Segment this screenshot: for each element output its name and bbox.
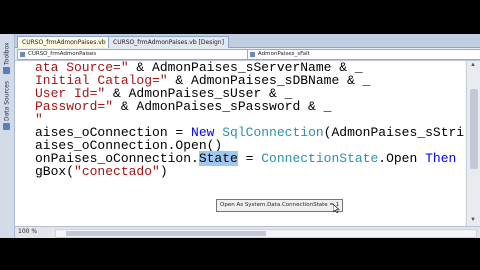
scroll-down-icon[interactable]: ▼ — [470, 217, 476, 223]
editor-status-bar: 100 % — [15, 226, 480, 238]
data-sources-tab[interactable]: Data Sources — [1, 78, 13, 130]
code-token: .Open — [378, 151, 426, 166]
tab-design-file[interactable]: CURSO_frmAdmonPaises.vb [Design] — [108, 36, 229, 48]
code-editor[interactable]: ata Source=" & AdmonPaises_sServerName &… — [15, 61, 465, 226]
mouse-cursor-icon — [333, 204, 340, 213]
code-token: Password=" — [35, 99, 114, 114]
zoom-level[interactable]: 100 % — [18, 228, 37, 235]
code-line[interactable]: Password=" & AdmonPaises_sPassword & _ — [35, 100, 465, 113]
member-dropdown-value: AdmonPaises_sFalt — [258, 51, 310, 57]
side-panel-strip: Toolbox Data Sources — [0, 34, 15, 238]
code-token: "conectado" — [74, 164, 160, 179]
code-line[interactable] — [35, 217, 465, 226]
data-sources-icon — [3, 123, 11, 130]
code-token: SqlConnection — [222, 125, 324, 140]
toolbox-tab[interactable]: Toolbox — [1, 38, 13, 74]
scroll-up-icon[interactable]: ▲ — [470, 62, 476, 68]
vertical-scrollbar[interactable]: ▲ ▼ — [466, 61, 480, 226]
class-icon — [20, 52, 25, 57]
horizontal-scroll-thumb[interactable] — [66, 231, 266, 236]
member-icon — [250, 52, 255, 57]
tab-design-file-label: CURSO_frmAdmonPaises.vb [Design] — [113, 39, 224, 46]
data-sources-label: Data Sources — [3, 81, 11, 121]
toolbox-icon — [3, 67, 11, 74]
code-token: ) — [159, 164, 168, 179]
toolbox-label: Toolbox — [3, 42, 11, 66]
code-token: State — [198, 151, 238, 166]
ide-window: Toolbox Data Sources CURSO_frmAdmonPaise… — [0, 34, 480, 238]
code-token: Then — [425, 151, 457, 166]
horizontal-scrollbar[interactable] — [55, 229, 477, 238]
quick-info-tooltip: Open As System.Data.ConnectionState = 1 — [216, 199, 344, 212]
class-dropdown-value: CURSO_frmAdmonPaises — [28, 51, 97, 57]
code-token: ConnectionState — [261, 151, 379, 166]
vertical-scroll-thumb[interactable] — [470, 89, 478, 169]
tab-code-file-label: CURSO_frmAdmonPaises.vb — [22, 39, 106, 46]
code-line[interactable] — [35, 178, 465, 191]
document-tab-bar: CURSO_frmAdmonPaises.vb× CURSO_frmAdmonP… — [15, 34, 480, 48]
code-line[interactable]: gBox("conectado") — [35, 165, 465, 178]
code-token: (AdmonPaises_sStringConnection) — [323, 125, 465, 140]
member-dropdown[interactable]: AdmonPaises_sFalt ▼ — [247, 49, 480, 60]
code-token: gBox( — [35, 164, 75, 179]
navigation-bar: CURSO_frmAdmonPaises ▼ AdmonPaises_sFalt… — [15, 48, 480, 61]
tab-code-file[interactable]: CURSO_frmAdmonPaises.vb× — [17, 36, 119, 48]
code-token: & AdmonPaises_sPassword & _ — [113, 99, 332, 114]
code-token: = — [237, 151, 262, 166]
class-dropdown[interactable]: CURSO_frmAdmonPaises ▼ — [17, 49, 255, 60]
